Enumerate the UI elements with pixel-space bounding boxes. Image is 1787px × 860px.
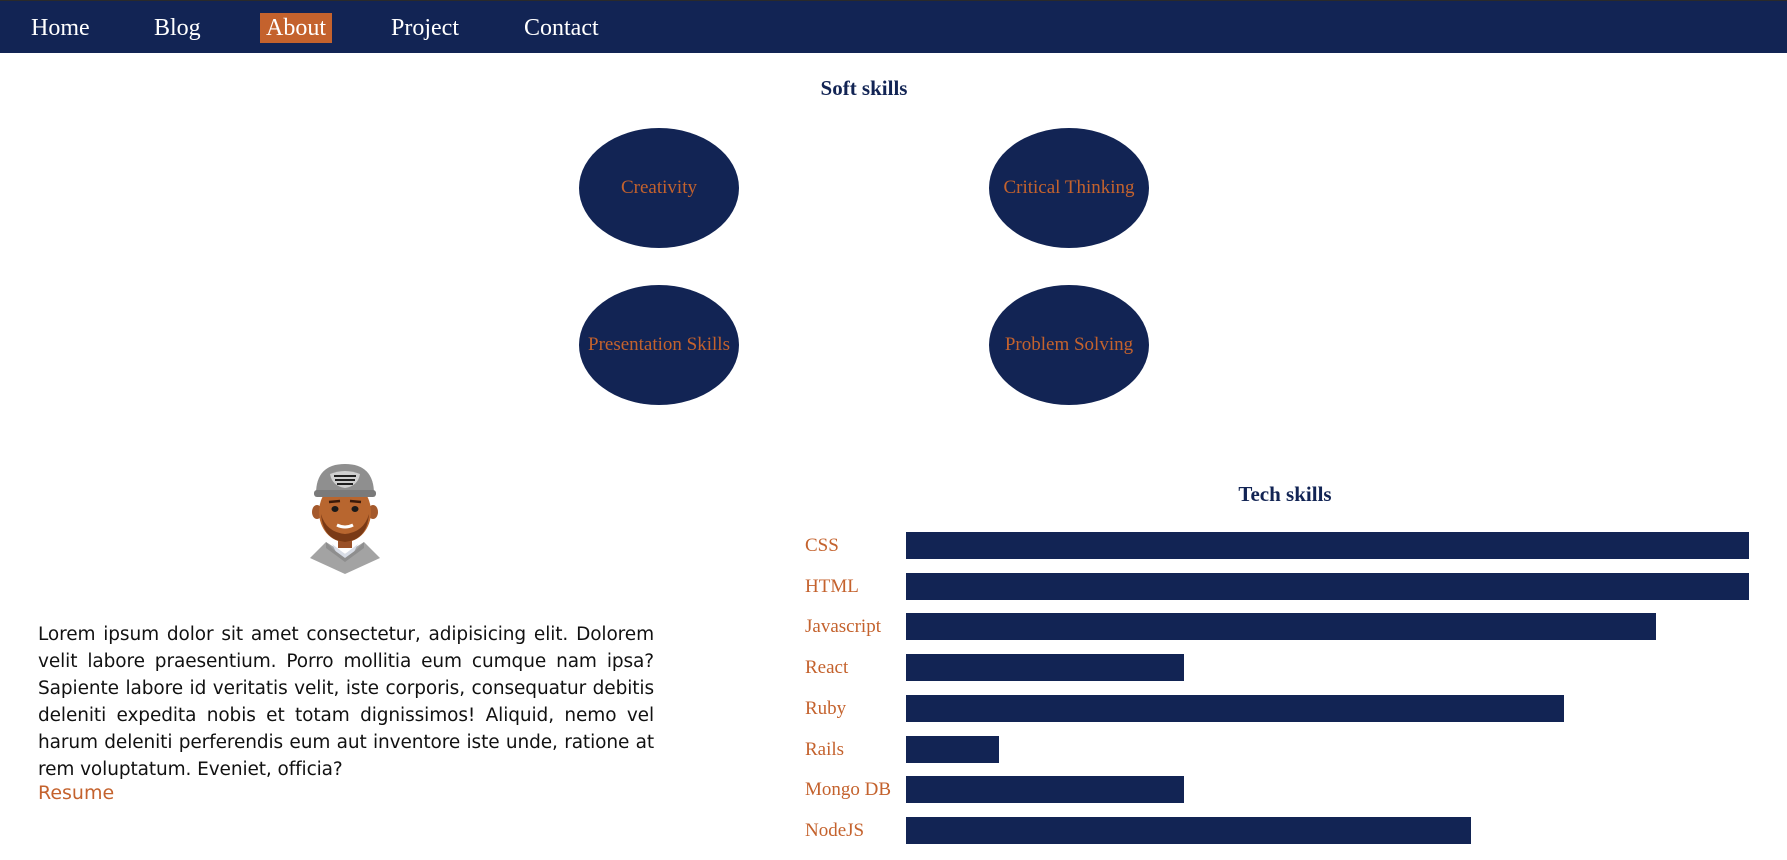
tech-skill-label: HTML — [805, 576, 859, 597]
tech-skill-row: Rails — [805, 736, 1750, 763]
tech-skill-bar — [906, 532, 1749, 559]
tech-skill-row: Mongo DB — [805, 776, 1750, 803]
tech-skill-bar — [906, 736, 999, 763]
tech-skill-bar — [906, 776, 1184, 803]
soft-skills-title: Soft skills — [820, 76, 908, 100]
tech-skill-label: React — [805, 657, 849, 678]
tech-skill-row: Javascript — [805, 613, 1750, 640]
top-nav: Home Blog About Project Contact — [0, 0, 1787, 53]
tech-skill-row: React — [805, 654, 1750, 681]
resume-link[interactable]: Resume — [38, 782, 114, 804]
tech-skill-row: HTML — [805, 573, 1750, 600]
tech-skill-label: Javascript — [805, 616, 881, 637]
soft-skill-creativity: Creativity — [579, 128, 739, 248]
tech-skill-label: Ruby — [805, 698, 847, 719]
tech-skill-bar — [906, 573, 1749, 600]
nav-blog[interactable]: Blog — [148, 13, 207, 43]
tech-skill-label: NodeJS — [805, 820, 865, 841]
nav-home[interactable]: Home — [25, 13, 96, 43]
nav-about[interactable]: About — [260, 13, 332, 43]
nav-contact[interactable]: Contact — [518, 13, 605, 43]
soft-skill-presentation: Presentation Skills — [579, 285, 739, 405]
nav-project[interactable]: Project — [385, 13, 465, 43]
about-paragraph: Lorem ipsum dolor sit amet consectetur, … — [38, 624, 654, 780]
tech-skill-row: CSS — [805, 532, 1750, 559]
soft-skill-problem-solving: Problem Solving — [989, 285, 1149, 405]
tech-skills-title: Tech skills — [1238, 482, 1332, 506]
tech-skill-bar — [906, 695, 1564, 722]
tech-skill-row: Ruby — [805, 695, 1750, 722]
tech-skill-bar — [906, 613, 1656, 640]
page: Home Blog About Project Contact Soft ski… — [0, 0, 1787, 860]
tech-skill-row: NodeJS — [805, 817, 1750, 844]
avatar-cap-icon — [310, 464, 380, 574]
tech-skill-label: Rails — [805, 739, 845, 760]
tech-skill-bar — [906, 654, 1184, 681]
soft-skill-critical-thinking: Critical Thinking — [989, 128, 1149, 248]
tech-skill-bar — [906, 817, 1471, 844]
tech-skill-label: Mongo DB — [805, 779, 892, 800]
tech-skill-label: CSS — [805, 535, 839, 556]
